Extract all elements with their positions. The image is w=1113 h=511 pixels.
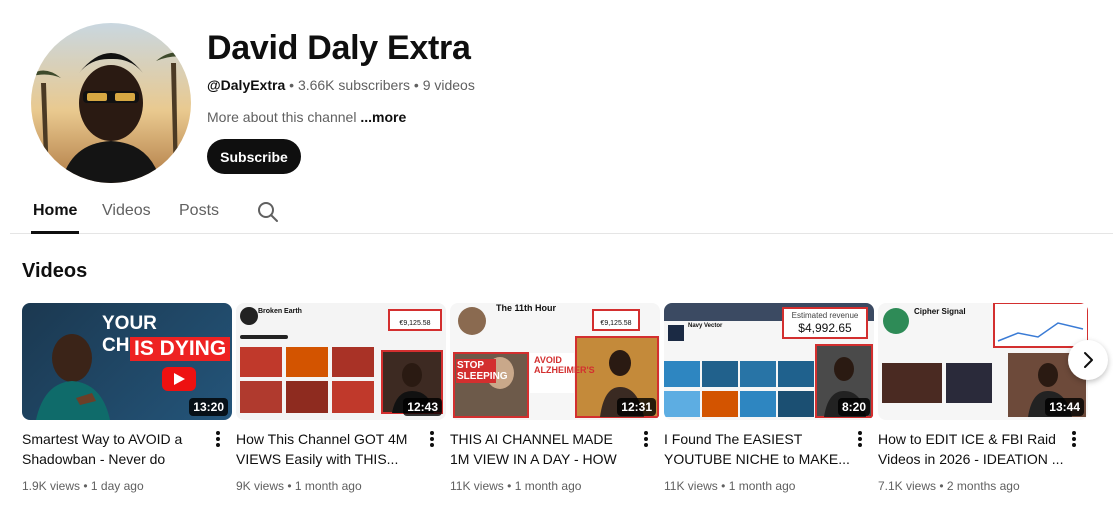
- meta-separator: •: [287, 479, 295, 493]
- thumbnail-channel-name: Broken Earth: [258, 308, 302, 315]
- more-options-icon[interactable]: [1070, 429, 1078, 449]
- subscribe-button[interactable]: Subscribe: [207, 139, 301, 174]
- video-views: 11K views: [450, 479, 504, 493]
- video-views: 9K views: [236, 479, 285, 493]
- meta-separator: •: [939, 479, 947, 493]
- video-count: 9 videos: [422, 77, 475, 93]
- thumbnail-channel-name: Cipher Signal: [914, 307, 966, 316]
- video-duration: 8:20: [837, 398, 870, 416]
- video-meta: 11K views • 1 month ago: [664, 478, 795, 494]
- video-age: 1 month ago: [294, 479, 362, 493]
- thumbnail-channel-name: Navy Vector: [688, 323, 723, 329]
- more-options-icon[interactable]: [642, 429, 650, 449]
- video-title[interactable]: Smartest Way to AVOID a Shadowban - Neve…: [22, 429, 208, 469]
- thumbnail-headline: AVOID ALZHEIMER'S: [534, 355, 595, 375]
- video-meta: 7.1K views • 2 months ago: [878, 478, 1020, 494]
- video-card[interactable]: Broken Earth €9,125.58 12:43 How This Ch…: [236, 303, 446, 493]
- video-card[interactable]: Navy Vector Estimated revenue $4,992.65 …: [664, 303, 874, 493]
- video-thumbnail[interactable]: Navy Vector Estimated revenue $4,992.65 …: [664, 303, 874, 420]
- video-title[interactable]: How to EDIT ICE & FBI Raid Videos in 202…: [878, 429, 1064, 469]
- meta-separator: •: [289, 77, 298, 93]
- tab-home[interactable]: Home: [33, 201, 77, 221]
- video-duration: 12:43: [403, 398, 442, 416]
- subscriber-count: 3.66K subscribers: [297, 77, 410, 93]
- video-duration: 12:31: [617, 398, 656, 416]
- about-text: More about this channel: [207, 109, 357, 125]
- thumbnail-headline: STOP SLEEPING: [456, 359, 508, 383]
- thumbnail-revenue-label: Estimated revenue: [791, 311, 859, 320]
- active-tab-indicator: [31, 231, 79, 234]
- video-age: 1 month ago: [514, 479, 582, 493]
- channel-handle: @DalyExtra: [207, 77, 286, 93]
- thumbnail-channel-name: The 11th Hour: [496, 303, 557, 313]
- video-meta: 1.9K views • 1 day ago: [22, 478, 144, 494]
- meta-separator: •: [413, 77, 423, 93]
- meta-separator: •: [507, 479, 515, 493]
- search-icon[interactable]: [256, 200, 280, 224]
- more-options-icon[interactable]: [856, 429, 864, 449]
- video-age: 2 months ago: [946, 479, 1020, 493]
- tab-videos[interactable]: Videos: [102, 201, 151, 221]
- video-title[interactable]: How This Channel GOT 4M VIEWS Easily wit…: [236, 429, 422, 469]
- thumbnail-headline: IS DYING: [130, 337, 231, 361]
- thumbnail-revenue-box: €9,125.58: [388, 309, 442, 331]
- video-age: 1 month ago: [728, 479, 796, 493]
- video-views: 7.1K views: [878, 479, 937, 493]
- video-thumbnail[interactable]: The 11th Hour €9,125.58 STOP SLEEPING AV…: [450, 303, 660, 420]
- video-duration: 13:20: [189, 398, 228, 416]
- video-title[interactable]: THIS AI CHANNEL MADE 1M VIEW IN A DAY - …: [450, 429, 636, 469]
- channel-tabs: Home Videos Posts: [10, 190, 1113, 234]
- thumbnail-revenue: $4,992.65: [798, 321, 852, 335]
- channel-about[interactable]: More about this channel ...more: [207, 108, 406, 126]
- tab-posts[interactable]: Posts: [179, 201, 219, 221]
- thumbnail-revenue-box: Estimated revenue $4,992.65: [782, 307, 868, 339]
- video-card[interactable]: Cipher Signal 13:44 How to EDIT ICE & FB…: [878, 303, 1088, 493]
- video-duration: 13:44: [1045, 398, 1084, 416]
- video-thumbnail[interactable]: Broken Earth €9,125.58 12:43: [236, 303, 446, 420]
- video-thumbnail[interactable]: YOUR CHANNEL IS DYING 13:20: [22, 303, 232, 420]
- channel-avatar[interactable]: [31, 23, 191, 183]
- video-thumbnail[interactable]: Cipher Signal 13:44: [878, 303, 1088, 420]
- carousel-next-button[interactable]: [1068, 340, 1108, 380]
- more-options-icon[interactable]: [428, 429, 436, 449]
- video-views: 1.9K views: [22, 479, 81, 493]
- about-more-link[interactable]: ...more: [360, 109, 406, 125]
- video-age: 1 day ago: [90, 479, 144, 493]
- more-options-icon[interactable]: [214, 429, 222, 449]
- meta-separator: •: [721, 479, 729, 493]
- video-title[interactable]: I Found The EASIEST YOUTUBE NICHE to MAK…: [664, 429, 850, 469]
- video-card[interactable]: The 11th Hour €9,125.58 STOP SLEEPING AV…: [450, 303, 660, 493]
- video-meta: 11K views • 1 month ago: [450, 478, 581, 494]
- channel-meta: @DalyExtra • 3.66K subscribers • 9 video…: [207, 76, 475, 94]
- thumbnail-revenue-box: €9,125.58: [592, 309, 640, 331]
- channel-name: David Daly Extra: [207, 29, 471, 67]
- chevron-right-icon: [1084, 352, 1093, 368]
- meta-separator: •: [83, 479, 91, 493]
- video-views: 11K views: [664, 479, 718, 493]
- section-title-videos: Videos: [22, 260, 88, 282]
- video-card[interactable]: YOUR CHANNEL IS DYING 13:20 Smartest Way…: [22, 303, 232, 493]
- video-meta: 9K views • 1 month ago: [236, 478, 362, 494]
